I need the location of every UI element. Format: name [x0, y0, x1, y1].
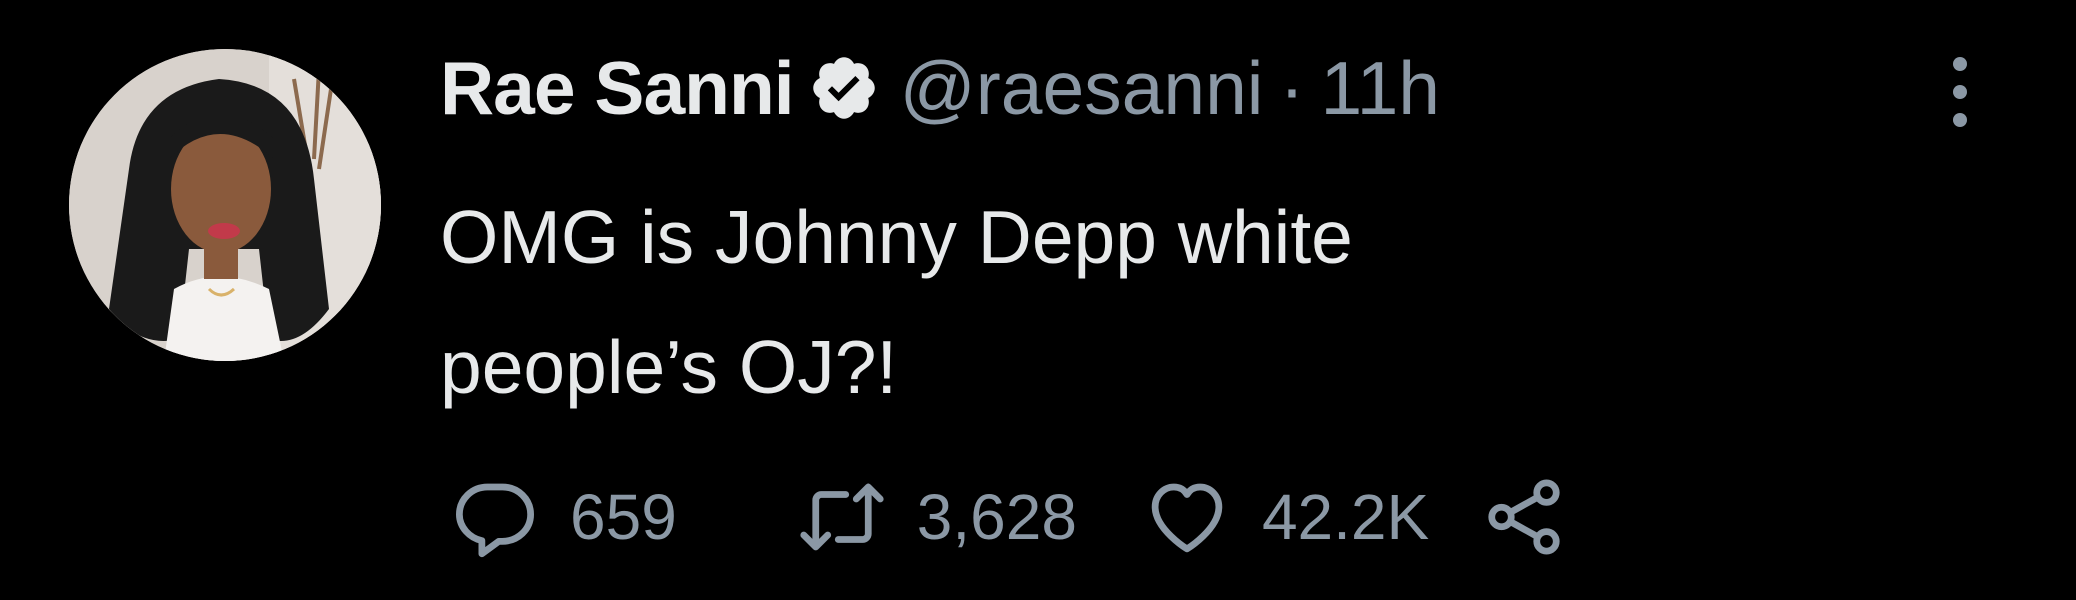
retweet-icon — [797, 472, 887, 562]
retweet-count: 3,628 — [916, 481, 1077, 553]
separator-dot: · — [1279, 46, 1305, 130]
avatar[interactable] — [69, 49, 381, 361]
like-button[interactable]: 42.2K — [1142, 472, 1429, 562]
reply-count: 659 — [570, 481, 677, 553]
tweet-actions: 659 3,628 42.2K — [450, 472, 1569, 562]
tweet-header: Rae Sanni @raesanni · 11h — [440, 40, 1440, 136]
tweet-text: OMG is Johnny Depp white people’s OJ?! — [440, 195, 1353, 409]
tweet-timestamp[interactable]: 11h — [1320, 45, 1440, 131]
avatar-image — [69, 49, 381, 361]
like-icon — [1142, 472, 1232, 562]
reply-button[interactable]: 659 — [450, 472, 677, 562]
like-count: 42.2K — [1261, 481, 1430, 553]
verified-badge-icon — [808, 52, 880, 124]
reply-icon — [450, 472, 540, 562]
author-name[interactable]: Rae Sanni — [440, 45, 795, 131]
more-options-icon[interactable] — [1940, 52, 1980, 132]
share-icon — [1479, 472, 1569, 562]
author-handle[interactable]: @raesanni — [900, 45, 1264, 131]
tweet-card[interactable]: Rae Sanni @raesanni · 11h OMG is Johnny … — [0, 0, 2076, 600]
share-button[interactable] — [1479, 472, 1569, 562]
retweet-button[interactable]: 3,628 — [797, 472, 1077, 562]
